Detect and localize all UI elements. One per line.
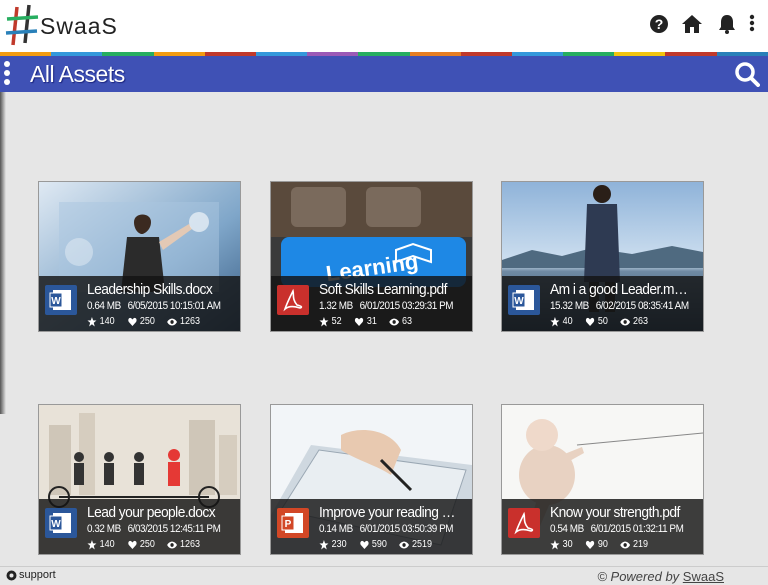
word-file-icon: W	[508, 285, 540, 315]
search-icon[interactable]	[734, 61, 760, 87]
asset-meta: 0.64 MB 6/05/2015 10:15:01 AM	[87, 300, 221, 312]
views-stat: 263	[620, 316, 648, 327]
asset-meta: 0.32 MB 6/03/2015 12:45:11 PM	[87, 523, 221, 535]
asset-card[interactable]: P Improve your reading skills.pptx 0.14 …	[270, 404, 473, 555]
eye-icon	[399, 541, 410, 548]
powered-by-link[interactable]: SwaaS	[683, 569, 724, 584]
asset-info: W Leadership Skills.docx 0.64 MB 6/05/20…	[39, 276, 240, 331]
likes-stat: 90	[585, 539, 608, 550]
support-icon	[6, 570, 17, 580]
asset-stats: 140 250 1263	[87, 539, 200, 550]
likes-stat: 50	[585, 316, 608, 327]
heart-icon	[128, 540, 137, 549]
svg-text:W: W	[51, 519, 61, 530]
asset-name[interactable]: Lead your people.docx	[87, 504, 225, 521]
word-file-icon: W	[45, 508, 77, 538]
heart-icon	[586, 317, 595, 326]
eye-icon	[389, 318, 400, 325]
bell-icon[interactable]	[717, 14, 737, 34]
asset-stats: 140 250 1263	[87, 316, 200, 327]
asset-card[interactable]: W Lead your people.docx 0.32 MB 6/03/201…	[38, 404, 241, 555]
title-bar: All Assets	[0, 56, 768, 92]
views-stat: 1263	[167, 316, 200, 327]
likes-stat: 590	[359, 539, 387, 550]
word-file-icon: W	[45, 285, 77, 315]
asset-card[interactable]: Learning Soft Skills Learning.pdf 1.32 M…	[270, 181, 473, 332]
asset-name[interactable]: Soft Skills Learning.pdf	[319, 281, 457, 298]
drawer-edge	[0, 92, 6, 414]
asset-stats: 52 31 63	[319, 316, 412, 327]
asset-meta: 0.54 MB 6/01/2015 01:32:11 PM	[550, 523, 684, 535]
eye-icon	[620, 541, 631, 548]
page-title: All Assets	[30, 61, 125, 87]
powerpoint-file-icon: P	[277, 508, 309, 538]
heart-icon	[586, 540, 595, 549]
eye-icon	[620, 318, 631, 325]
heart-icon	[355, 317, 364, 326]
asset-info: W Am i a good Leader.mp4 15.32 MB 6/02/2…	[502, 276, 703, 331]
svg-text:W: W	[51, 296, 61, 307]
support-link[interactable]: support	[6, 569, 56, 581]
svg-text:W: W	[514, 296, 524, 307]
views-stat: 219	[620, 539, 648, 550]
rating-stat: 40	[550, 316, 573, 327]
side-menu-icon[interactable]	[4, 61, 12, 87]
asset-meta: 1.32 MB 6/01/2015 03:29:31 PM	[319, 300, 454, 312]
pdf-file-icon	[277, 285, 309, 315]
heart-icon	[128, 317, 137, 326]
eye-icon	[167, 318, 178, 325]
eye-icon	[167, 541, 178, 548]
rating-stat: 52	[319, 316, 342, 327]
asset-info: W Lead your people.docx 0.32 MB 6/03/201…	[39, 499, 240, 554]
svg-text:?: ?	[655, 16, 664, 32]
home-icon[interactable]	[681, 14, 703, 34]
powered-by: © Powered by SwaaS	[597, 569, 724, 584]
help-icon[interactable]: ?	[649, 14, 669, 34]
logo-text: SwaaS	[40, 13, 118, 39]
footer: support © Powered by SwaaS	[0, 566, 768, 585]
likes-stat: 250	[127, 316, 155, 327]
asset-card[interactable]: Know your strength.pdf 0.54 MB 6/01/2015…	[501, 404, 704, 555]
asset-name[interactable]: Leadership Skills.docx	[87, 281, 225, 298]
top-header: SwaaS ?	[0, 0, 768, 52]
pdf-file-icon	[508, 508, 540, 538]
rating-stat: 140	[87, 316, 115, 327]
asset-stats: 30 90 219	[550, 539, 648, 550]
star-icon	[319, 539, 329, 549]
views-stat: 1263	[167, 539, 200, 550]
asset-info: Soft Skills Learning.pdf 1.32 MB 6/01/20…	[271, 276, 472, 331]
views-stat: 63	[389, 316, 412, 327]
likes-stat: 250	[127, 539, 155, 550]
asset-name[interactable]: Am i a good Leader.mp4	[550, 281, 688, 298]
rating-stat: 230	[319, 539, 347, 550]
rating-stat: 140	[87, 539, 115, 550]
star-icon	[87, 539, 97, 549]
star-icon	[550, 539, 560, 549]
asset-name[interactable]: Improve your reading skills.pptx	[319, 504, 457, 521]
more-vert-icon[interactable]	[748, 14, 756, 34]
asset-name[interactable]: Know your strength.pdf	[550, 504, 688, 521]
views-stat: 2519	[399, 539, 432, 550]
svg-text:P: P	[285, 519, 292, 530]
star-icon	[87, 316, 97, 326]
asset-info: P Improve your reading skills.pptx 0.14 …	[271, 499, 472, 554]
asset-card[interactable]: W Leadership Skills.docx 0.64 MB 6/05/20…	[38, 181, 241, 332]
asset-meta: 0.14 MB 6/01/2015 03:50:39 PM	[319, 523, 454, 535]
star-icon	[550, 316, 560, 326]
swaas-logo[interactable]: SwaaS	[4, 3, 117, 49]
likes-stat: 31	[354, 316, 377, 327]
rating-stat: 30	[550, 539, 573, 550]
asset-stats: 40 50 263	[550, 316, 648, 327]
asset-stats: 230 590 2519	[319, 539, 432, 550]
heart-icon	[360, 540, 369, 549]
asset-meta: 15.32 MB 6/02/2015 08:35:41 AM	[550, 300, 689, 312]
asset-card[interactable]: W Am i a good Leader.mp4 15.32 MB 6/02/2…	[501, 181, 704, 332]
asset-info: Know your strength.pdf 0.54 MB 6/01/2015…	[502, 499, 703, 554]
star-icon	[319, 316, 329, 326]
